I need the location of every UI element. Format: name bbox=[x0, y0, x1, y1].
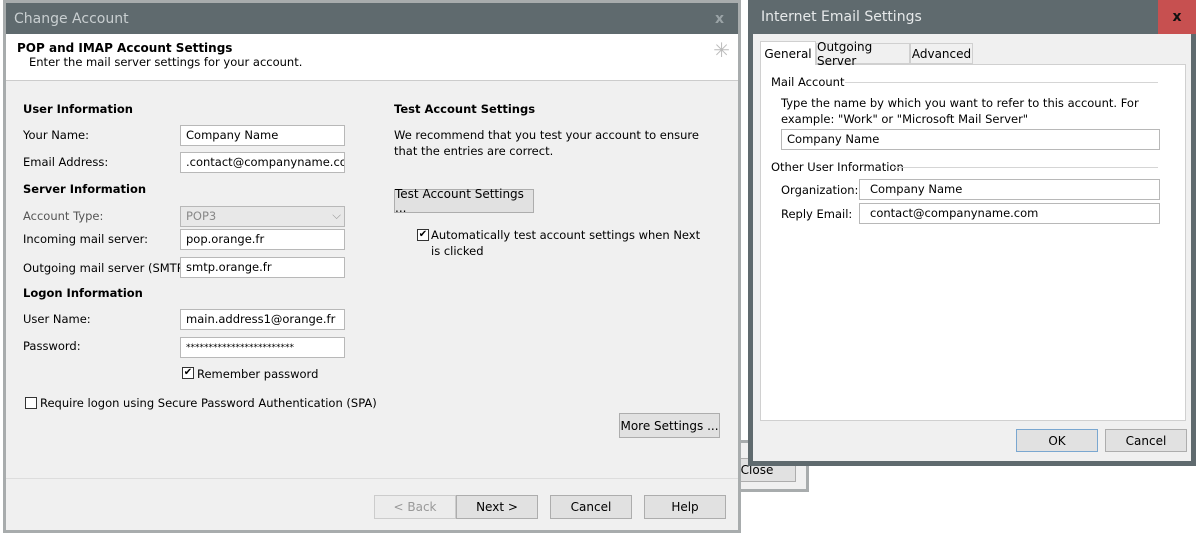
outgoing-label: Outgoing mail server (SMTP): bbox=[23, 261, 193, 275]
incoming-input[interactable]: pop.orange.fr bbox=[180, 229, 345, 250]
spa-checkbox[interactable] bbox=[25, 397, 37, 409]
tab-general[interactable]: General bbox=[760, 41, 816, 65]
reply-email-label: Reply Email: bbox=[781, 207, 853, 221]
outgoing-input[interactable]: smtp.orange.fr bbox=[180, 257, 345, 278]
username-input[interactable]: main.address1@orange.fr bbox=[180, 309, 345, 330]
tab-advanced[interactable]: Advanced bbox=[910, 43, 973, 64]
tab-outgoing-server[interactable]: Outgoing Server bbox=[816, 40, 910, 68]
account-type-value: POP3 bbox=[186, 209, 217, 223]
title-bar: Internet Email Settings x bbox=[748, 0, 1196, 34]
password-input[interactable]: ************************ bbox=[180, 337, 345, 358]
test-description: We recommend that you test your account … bbox=[394, 128, 699, 158]
remember-password-checkbox[interactable]: ✔ bbox=[182, 367, 194, 379]
remember-password-label: Remember password bbox=[197, 367, 319, 381]
help-button[interactable]: Help bbox=[644, 495, 726, 519]
close-button[interactable]: x bbox=[1158, 0, 1196, 34]
back-button[interactable]: < Back bbox=[374, 495, 456, 519]
other-info-heading: Other User Information bbox=[771, 160, 904, 174]
mail-account-divider bbox=[845, 82, 1158, 83]
title-bar: Change Account x bbox=[6, 3, 738, 34]
account-name-input[interactable]: Company Name bbox=[781, 129, 1160, 150]
test-account-settings-button[interactable]: Test Account Settings ... bbox=[394, 187, 534, 215]
page-title: POP and IMAP Account Settings bbox=[17, 41, 233, 55]
organization-input[interactable]: Company Name bbox=[859, 179, 1160, 200]
ok-button[interactable]: OK bbox=[1016, 429, 1098, 452]
username-label: User Name: bbox=[23, 312, 91, 326]
cancel-button[interactable]: Cancel bbox=[1105, 429, 1187, 452]
incoming-label: Incoming mail server: bbox=[23, 232, 149, 246]
header-panel: POP and IMAP Account Settings Enter the … bbox=[6, 34, 738, 81]
next-button[interactable]: Next > bbox=[456, 495, 538, 519]
auto-test-label: Automatically test account settings when… bbox=[431, 228, 701, 258]
email-input[interactable]: .contact@companyname.com bbox=[180, 152, 345, 173]
logon-info-heading: Logon Information bbox=[23, 286, 143, 300]
close-icon: x bbox=[1172, 9, 1182, 25]
email-label: Email Address: bbox=[23, 155, 109, 169]
footer-divider bbox=[6, 478, 738, 479]
test-heading: Test Account Settings bbox=[394, 102, 536, 116]
account-type-label: Account Type: bbox=[23, 209, 104, 223]
dialog-title: Internet Email Settings bbox=[761, 9, 922, 25]
more-settings-button[interactable]: More Settings ... bbox=[619, 413, 720, 438]
dialog-title: Change Account bbox=[14, 10, 129, 27]
mail-account-heading: Mail Account bbox=[771, 75, 845, 89]
user-info-heading: User Information bbox=[23, 102, 133, 116]
page-subtitle: Enter the mail server settings for your … bbox=[29, 55, 303, 69]
mail-account-description: Type the name by which you want to refer… bbox=[781, 96, 1139, 126]
reply-email-input[interactable]: contact@companyname.com bbox=[859, 203, 1160, 224]
account-type-select: POP3 ⌵ bbox=[180, 206, 345, 227]
cursor-sparkle-icon: ✳ bbox=[713, 38, 730, 62]
close-icon[interactable]: x bbox=[715, 11, 724, 27]
cancel-button[interactable]: Cancel bbox=[550, 495, 632, 519]
chevron-down-icon: ⌵ bbox=[332, 208, 341, 222]
auto-test-checkbox[interactable]: ✔ bbox=[417, 229, 429, 241]
spa-label: Require logon using Secure Password Auth… bbox=[40, 396, 377, 410]
server-info-heading: Server Information bbox=[23, 182, 147, 196]
your-name-label: Your Name: bbox=[23, 128, 90, 142]
your-name-input[interactable]: Company Name bbox=[180, 125, 345, 146]
change-account-dialog: Change Account x POP and IMAP Account Se… bbox=[3, 0, 741, 533]
other-info-divider bbox=[894, 167, 1158, 168]
organization-label: Organization: bbox=[781, 183, 859, 197]
internet-email-settings-dialog: Internet Email Settings x General Outgoi… bbox=[748, 0, 1196, 466]
password-label: Password: bbox=[23, 339, 81, 353]
